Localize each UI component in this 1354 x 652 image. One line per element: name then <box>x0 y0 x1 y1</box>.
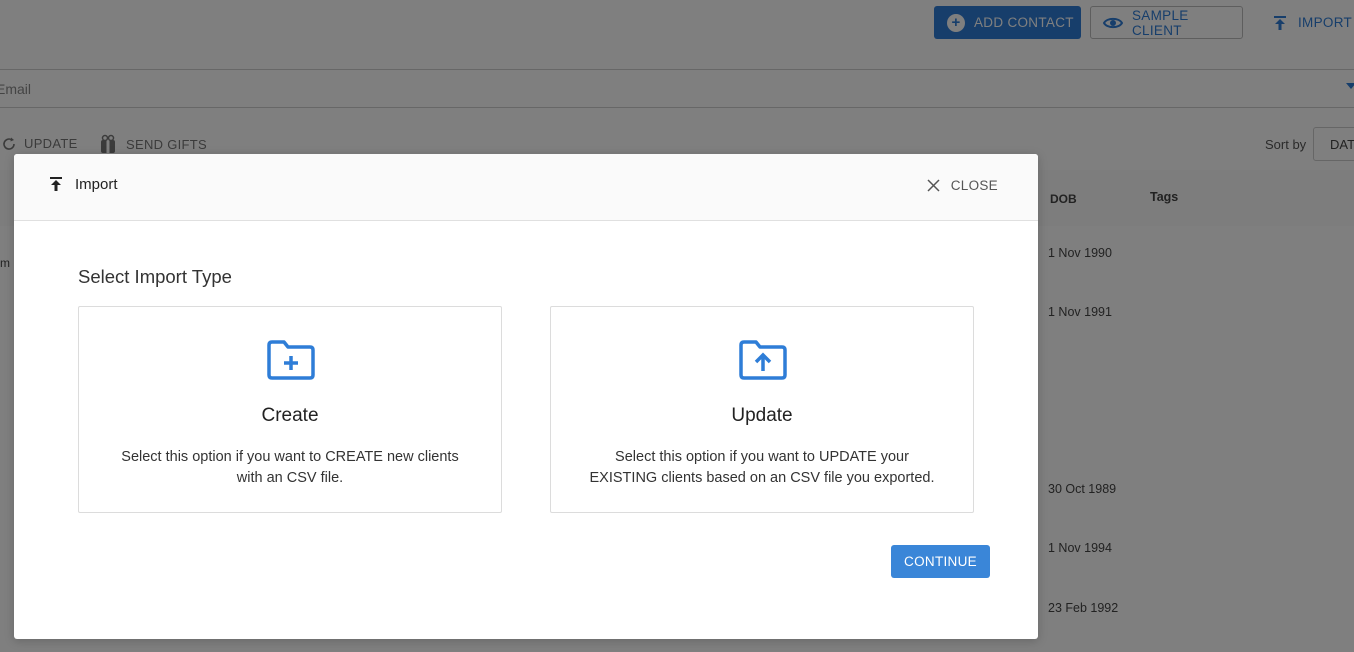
folder-plus-icon <box>267 340 315 380</box>
create-option-title: Create <box>261 405 319 426</box>
modal-header: Import CLOSE <box>14 154 1038 221</box>
modal-title: Import <box>49 176 118 193</box>
section-title: Select Import Type <box>78 266 232 287</box>
update-option-title: Update <box>731 405 793 426</box>
update-option-description: Select this option if you want to UPDATE… <box>589 449 935 486</box>
upload-arrow-icon <box>49 177 63 192</box>
folder-upload-icon <box>739 340 787 380</box>
continue-button[interactable]: CONTINUE <box>891 545 990 578</box>
update-option-card[interactable]: Update Select this option if you want to… <box>550 306 974 513</box>
modal-title-text: Import <box>75 176 118 193</box>
close-button[interactable]: CLOSE <box>927 178 998 193</box>
close-icon <box>927 179 940 192</box>
create-option-card[interactable]: Create Select this option if you want to… <box>78 306 502 513</box>
close-label: CLOSE <box>950 178 998 193</box>
create-option-description: Select this option if you want to CREATE… <box>121 449 459 486</box>
import-modal: Import CLOSE Select Import Type Create S… <box>14 154 1038 639</box>
